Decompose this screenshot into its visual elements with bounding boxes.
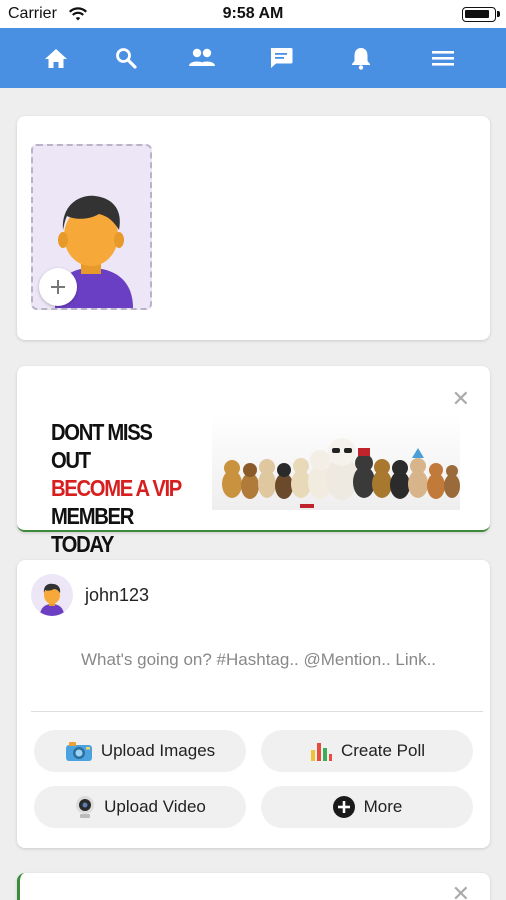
ad-line-1: DONT MISS OUT — [51, 419, 153, 473]
more-button[interactable]: More — [261, 786, 473, 828]
plus-circle-icon — [332, 795, 356, 819]
next-feed-card: ✕ — [17, 873, 490, 900]
user-avatar-icon — [40, 583, 64, 616]
upload-images-label: Upload Images — [100, 741, 216, 760]
friends-icon[interactable] — [187, 43, 217, 73]
create-poll-label: Create Poll — [340, 741, 426, 760]
more-label: More — [363, 797, 403, 816]
avatar[interactable] — [31, 574, 73, 616]
create-poll-button[interactable]: Create Poll — [261, 730, 473, 772]
webcam-icon — [74, 795, 96, 819]
messages-icon[interactable] — [266, 43, 296, 73]
ad-line-2: BECOME A VIP — [51, 475, 182, 501]
ad-line-3: MEMBER TODAY — [51, 503, 134, 557]
plus-icon — [51, 280, 65, 294]
battery-icon — [462, 7, 500, 22]
upload-video-button[interactable]: Upload Video — [34, 786, 246, 828]
clock: 9:58 AM — [222, 5, 284, 22]
stories-card — [17, 116, 490, 340]
camera-icon — [65, 740, 93, 762]
poll-chart-icon — [309, 740, 333, 762]
top-nav-bar — [0, 28, 506, 88]
notifications-icon[interactable] — [346, 43, 376, 73]
vip-ad-card[interactable]: ✕ DONT MISS OUT BECOME A VIP MEMBER TODA… — [17, 366, 490, 557]
post-composer-card: john123 What's going on? #Hashtag.. @Men… — [17, 560, 490, 848]
username[interactable]: john123 — [85, 585, 149, 606]
post-text-input[interactable]: What's going on? #Hashtag.. @Mention.. L… — [81, 646, 441, 674]
upload-images-button[interactable]: Upload Images — [34, 730, 246, 772]
search-icon[interactable] — [111, 43, 141, 73]
add-story-button[interactable] — [39, 268, 77, 306]
ad-headline: DONT MISS OUT BECOME A VIP MEMBER TODAY — [51, 418, 183, 558]
menu-icon[interactable] — [428, 43, 458, 73]
home-icon[interactable] — [41, 43, 71, 73]
dogs-banner-image[interactable] — [212, 414, 460, 510]
close-card-icon[interactable]: ✕ — [452, 883, 470, 900]
close-ad-icon[interactable]: ✕ — [452, 388, 470, 410]
divider — [31, 711, 483, 712]
upload-video-label: Upload Video — [104, 797, 206, 816]
status-bar: Carrier 9:58 AM — [0, 0, 506, 28]
add-story-tile[interactable] — [31, 144, 152, 310]
